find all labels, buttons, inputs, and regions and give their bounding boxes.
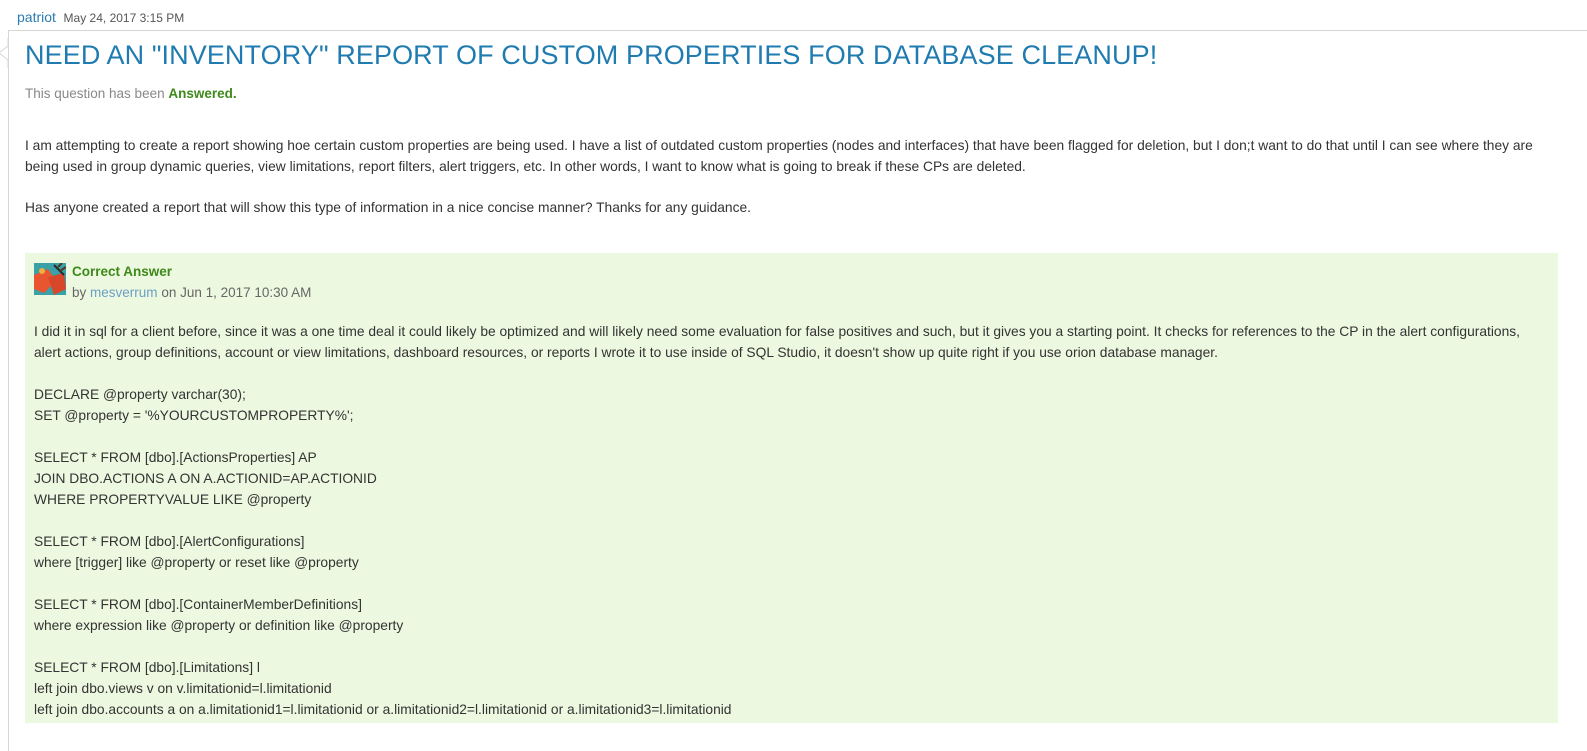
- sql-code-line: left join dbo.views v on v.limitationid=…: [34, 681, 332, 696]
- answer-body: I did it in sql for a client before, sin…: [34, 321, 1549, 720]
- sql-code-line: where expression like @property or defin…: [34, 618, 404, 633]
- byline-prefix: by: [72, 285, 87, 300]
- sql-code-line: DECLARE @property varchar(30);: [34, 387, 246, 402]
- author-link[interactable]: patriot: [17, 9, 56, 25]
- sql-code-line: SELECT * FROM [dbo].[AlertConfigurations…: [34, 534, 305, 549]
- question-paragraph: Has anyone created a report that will sh…: [25, 200, 752, 215]
- answer-byline: by mesverrum on Jun 1, 2017 10:30 AM: [72, 285, 311, 300]
- answer-spacer: [34, 363, 1549, 384]
- answer-intro: I did it in sql for a client before, sin…: [34, 324, 1520, 360]
- post-date: May 24, 2017 3:15 PM: [63, 11, 185, 25]
- sql-code-block: DECLARE @property varchar(30); SET @prope…: [34, 384, 1549, 720]
- sql-code-line: SELECT * FROM [dbo].[ActionsProperties] …: [34, 450, 317, 465]
- sql-code-line: [34, 573, 1549, 594]
- avatar[interactable]: [34, 263, 66, 295]
- question-title: NEED AN "INVENTORY" REPORT OF CUSTOM PRO…: [25, 40, 1158, 70]
- sql-code-line: where [trigger] like @property or reset …: [34, 555, 359, 570]
- sql-code-line: SELECT * FROM [dbo].[ContainerMemberDefi…: [34, 597, 362, 612]
- sql-code-line: JOIN DBO.ACTIONS A ON A.ACTIONID=AP.ACTI…: [34, 471, 377, 486]
- post-meta: patriot May 24, 2017 3:15 PM: [17, 9, 184, 25]
- sql-code-line: left join dbo.accounts a on a.limitation…: [34, 702, 732, 717]
- sql-code-line: [34, 426, 1549, 447]
- question-status: This question has been Answered.: [25, 86, 237, 101]
- sql-code-line: [34, 510, 1549, 531]
- correct-answer-panel: Correct Answer by mesverrum on Jun 1, 20…: [25, 253, 1558, 723]
- post-pointer-icon: [0, 38, 9, 68]
- status-answered-badge: Answered.: [168, 86, 237, 101]
- answer-user-link[interactable]: mesverrum: [90, 285, 158, 300]
- question-paragraph: I am attempting to create a report showi…: [25, 138, 1533, 174]
- sql-code-line: [34, 636, 1549, 657]
- status-prefix: This question has been: [25, 86, 165, 101]
- sql-code-line: SELECT * FROM [dbo].[Limitations] l: [34, 660, 260, 675]
- answer-date: on Jun 1, 2017 10:30 AM: [161, 285, 312, 300]
- sql-code-line: SET @property = '%YOURCUSTOMPROPERTY%';: [34, 408, 354, 423]
- sql-code-line: WHERE PROPERTYVALUE LIKE @property: [34, 492, 312, 507]
- avatar-image-icon: [34, 263, 66, 295]
- correct-answer-label: Correct Answer: [72, 264, 173, 279]
- question-body: I am attempting to create a report showi…: [25, 135, 1555, 218]
